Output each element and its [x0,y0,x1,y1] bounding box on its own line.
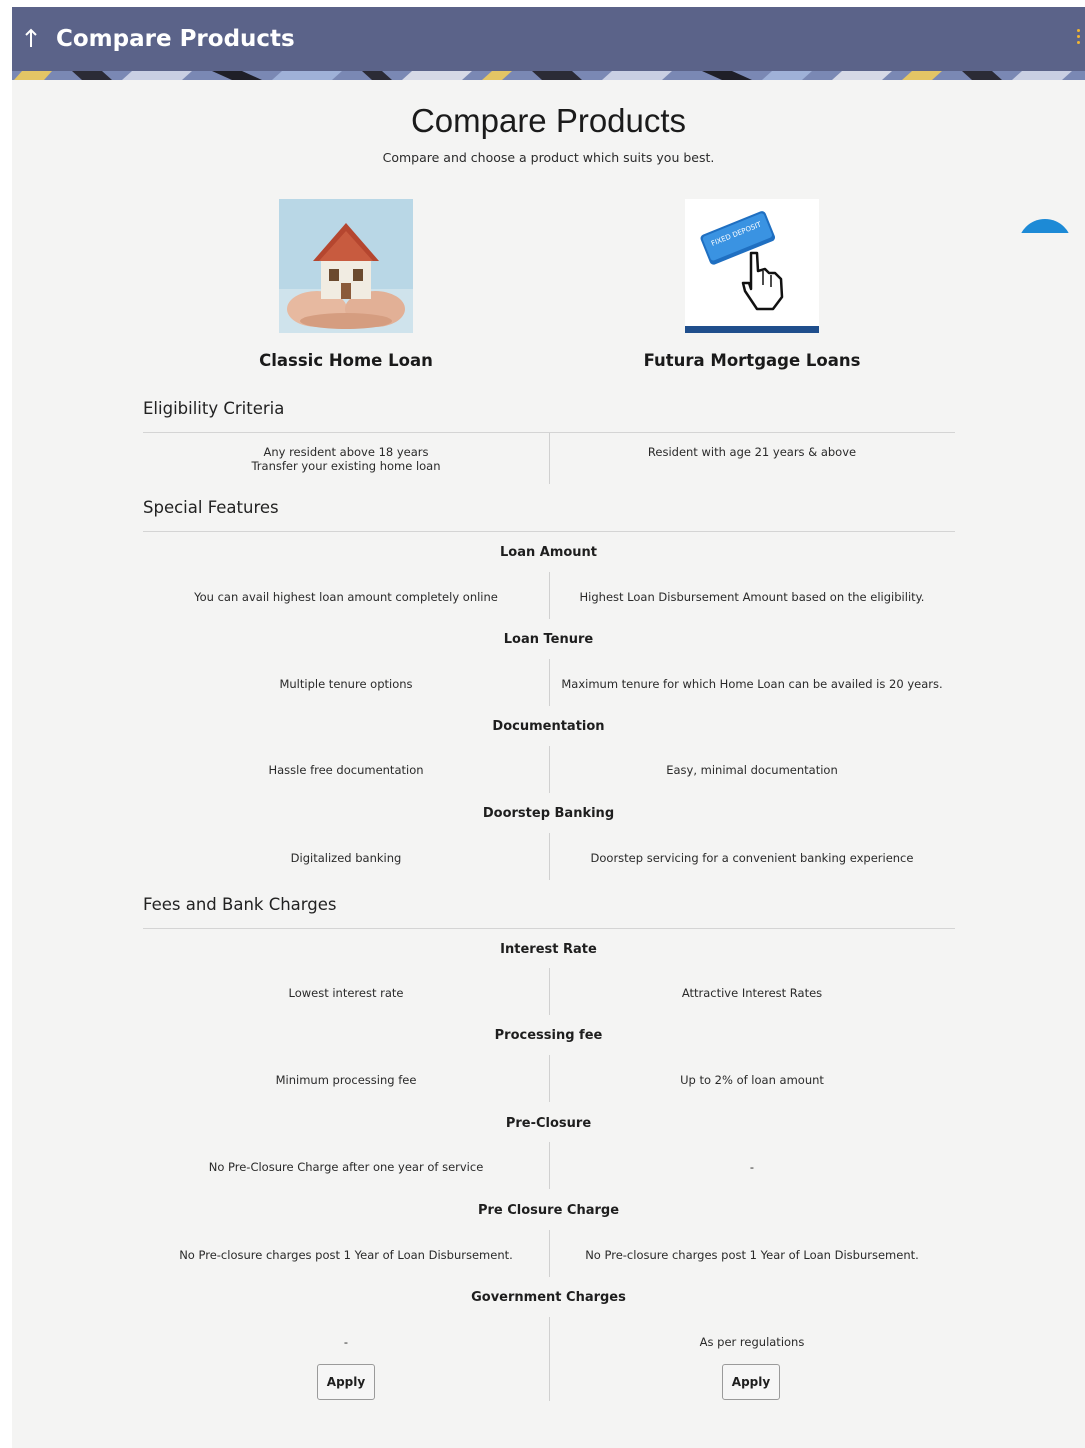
feature-value-left: Digitalized banking [290,851,402,865]
product-name-2: Futura Mortgage Loans [643,351,861,370]
feature-value-left: Multiple tenure options [279,677,413,691]
header-title: Compare Products [56,26,295,52]
feature-value-left: Lowest interest rate [288,986,404,1000]
feature-heading: Loan Amount [499,545,598,560]
feature-value-right: Easy, minimal documentation [666,763,838,777]
feature-value-right: - [749,1160,755,1174]
feature-heading: Processing fee [494,1028,603,1043]
apply-button-classic-home-loan[interactable]: Apply [317,1364,375,1400]
floating-action-button[interactable] [1018,219,1072,233]
eligibility-right: Resident with age 21 years & above [647,445,857,459]
section-title-eligibility: Eligibility Criteria [143,399,285,418]
app-frame: Compare Products Compare Products Compar… [12,7,1085,1448]
feature-value-left: - [343,1335,349,1349]
section-divider [143,531,955,532]
feature-heading: Pre Closure Charge [477,1203,620,1218]
arrow-up-icon[interactable] [24,23,46,51]
feature-value-left: Minimum processing fee [275,1073,417,1087]
feature-heading: Government Charges [471,1290,626,1305]
feature-heading: Pre-Closure [505,1116,592,1131]
eligibility-left: Any resident above 18 years Transfer you… [251,445,441,473]
page-subtitle: Compare and choose a product which suits… [382,150,715,165]
feature-value-left: You can avail highest loan amount comple… [194,590,498,604]
feature-heading: Documentation [492,719,605,734]
top-bar: Compare Products [12,7,1085,71]
house-in-hands-image [279,199,413,333]
fixed-deposit-button-image: FIXED DEPOSIT [685,199,819,333]
feature-value-left: Hassle free documentation [268,763,424,777]
feature-heading: Doorstep Banking [482,806,615,821]
feature-value-right: Highest Loan Disbursement Amount based o… [579,590,925,604]
feature-value-right: Maximum tenure for which Home Loan can b… [561,677,943,691]
feature-value-left: No Pre-closure charges post 1 Year of Lo… [179,1248,513,1262]
product-name-1: Classic Home Loan [259,351,433,370]
feature-value-right: As per regulations [699,1335,805,1349]
feature-heading: Interest Rate [500,942,597,957]
apply-button-futura-mortgage-loans[interactable]: Apply [722,1364,780,1400]
feature-value-left: No Pre-Closure Charge after one year of … [208,1160,484,1174]
feature-heading: Loan Tenure [503,632,594,647]
decorative-banner [12,71,1085,80]
feature-value-right: No Pre-closure charges post 1 Year of Lo… [585,1248,919,1262]
feature-value-right: Attractive Interest Rates [681,986,823,1000]
section-title-special-features: Special Features [143,498,279,517]
page-title: Compare Products [410,102,687,139]
column-divider [549,1317,550,1401]
section-divider [143,928,955,929]
section-title-fees: Fees and Bank Charges [143,895,337,914]
feature-value-right: Up to 2% of loan amount [680,1073,824,1087]
vertical-dots-icon[interactable] [1077,29,1081,45]
feature-value-right: Doorstep servicing for a convenient bank… [590,851,914,865]
